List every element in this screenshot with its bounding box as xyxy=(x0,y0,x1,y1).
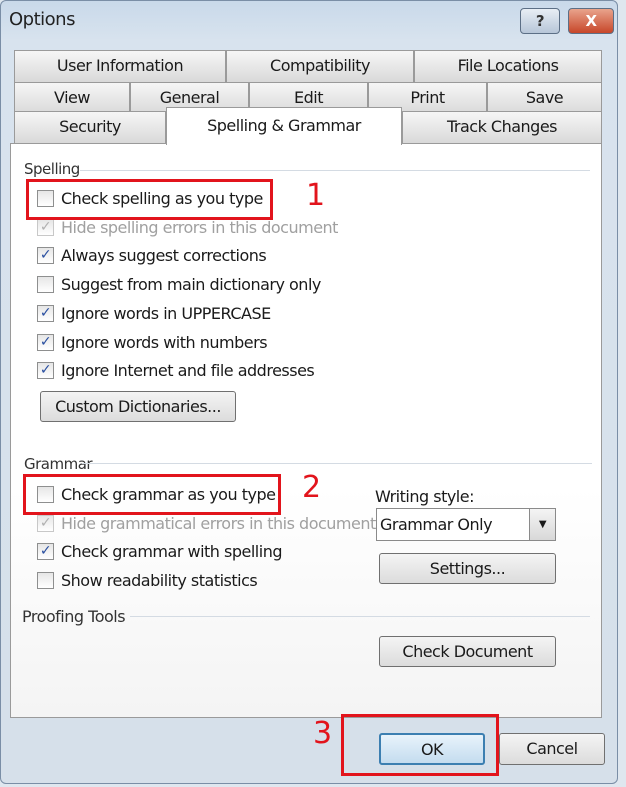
checkbox-label: Hide spelling errors in this document xyxy=(61,217,338,237)
annotation-number-2: 2 xyxy=(302,470,321,505)
dropdown-arrow-icon[interactable]: ▼ xyxy=(529,509,555,540)
checkbox-checked-icon[interactable]: ✓ xyxy=(37,333,54,351)
writing-style-select[interactable]: Grammar Only ▼ xyxy=(376,508,556,541)
writing-style-label: Writing style: xyxy=(375,487,474,506)
tab-security[interactable]: Security xyxy=(14,111,166,143)
tab-spelling-grammar[interactable]: Spelling & Grammar xyxy=(166,107,402,145)
annotation-box-3 xyxy=(341,714,499,776)
checkbox-ignore-internet-and-file-addresses[interactable]: ✓ Ignore Internet and file addresses xyxy=(37,361,315,381)
checkbox-label: Check grammar with spelling xyxy=(61,542,282,562)
help-button[interactable]: ? xyxy=(520,8,560,34)
cancel-button[interactable]: Cancel xyxy=(499,733,605,765)
tab-file-locations[interactable]: File Locations xyxy=(414,50,602,82)
checkbox-label: Show readability statistics xyxy=(61,571,258,591)
checkbox-always-suggest-corrections[interactable]: ✓ Always suggest corrections xyxy=(37,246,267,266)
checkbox-label: Always suggest corrections xyxy=(61,246,267,266)
checkbox-label: Ignore Internet and file addresses xyxy=(61,361,315,381)
tab-compatibility[interactable]: Compatibility xyxy=(226,50,414,82)
spelling-section-label: Spelling xyxy=(24,160,80,178)
close-button[interactable]: X xyxy=(568,8,614,34)
checkbox-checked-icon[interactable]: ✓ xyxy=(37,362,54,380)
proofing-tools-label: Proofing Tools xyxy=(22,607,126,626)
checkbox-label: Hide grammatical errors in this document xyxy=(61,513,376,533)
writing-style-value: Grammar Only xyxy=(380,515,493,534)
checkbox-unchecked-icon[interactable] xyxy=(37,572,54,590)
checkbox-unchecked-icon[interactable] xyxy=(37,276,54,294)
checkbox-ignore-words-in-uppercase[interactable]: ✓ Ignore words in UPPERCASE xyxy=(37,304,271,323)
checkbox-hide-grammatical-errors-in-this-document[interactable]: ✓ Hide grammatical errors in this documen… xyxy=(37,514,376,533)
divider xyxy=(130,616,590,617)
divider xyxy=(80,170,590,171)
checkbox-suggest-from-main-dictionary-only[interactable]: Suggest from main dictionary only xyxy=(37,275,321,294)
window-title: Options xyxy=(9,9,75,30)
divider xyxy=(82,463,592,464)
checkbox-checked-icon[interactable]: ✓ xyxy=(37,247,54,265)
tab-track-changes[interactable]: Track Changes xyxy=(402,111,602,143)
tab-user-information[interactable]: User Information xyxy=(14,50,226,82)
checkbox-checked-icon[interactable]: ✓ xyxy=(37,218,54,236)
checkbox-checked-icon[interactable]: ✓ xyxy=(37,543,54,561)
checkbox-checked-icon[interactable]: ✓ xyxy=(37,304,54,322)
annotation-box-2 xyxy=(23,474,281,515)
custom-dictionaries-button[interactable]: Custom Dictionaries... xyxy=(40,391,236,422)
checkbox-label: Suggest from main dictionary only xyxy=(61,275,321,295)
annotation-box-1 xyxy=(26,179,273,220)
tab-save[interactable]: Save xyxy=(487,82,602,114)
annotation-number-1: 1 xyxy=(306,178,325,213)
checkbox-ignore-words-with-numbers[interactable]: ✓ Ignore words with numbers xyxy=(37,332,268,352)
settings-button[interactable]: Settings... xyxy=(379,553,556,584)
checkbox-hide-spelling-errors-in-this-document[interactable]: ✓ Hide spelling errors in this document xyxy=(37,218,338,237)
checkbox-label: Ignore words with numbers xyxy=(61,332,268,352)
check-document-button[interactable]: Check Document xyxy=(379,636,556,667)
checkbox-label: Ignore words in UPPERCASE xyxy=(61,303,271,323)
checkbox-check-grammar-with-spelling[interactable]: ✓ Check grammar with spelling xyxy=(37,542,282,561)
tab-view[interactable]: View xyxy=(14,82,130,114)
grammar-section-label: Grammar xyxy=(24,455,93,473)
checkbox-checked-icon[interactable]: ✓ xyxy=(37,514,54,532)
checkbox-show-readability-statistics[interactable]: Show readability statistics xyxy=(37,571,258,591)
annotation-number-3: 3 xyxy=(313,716,332,751)
